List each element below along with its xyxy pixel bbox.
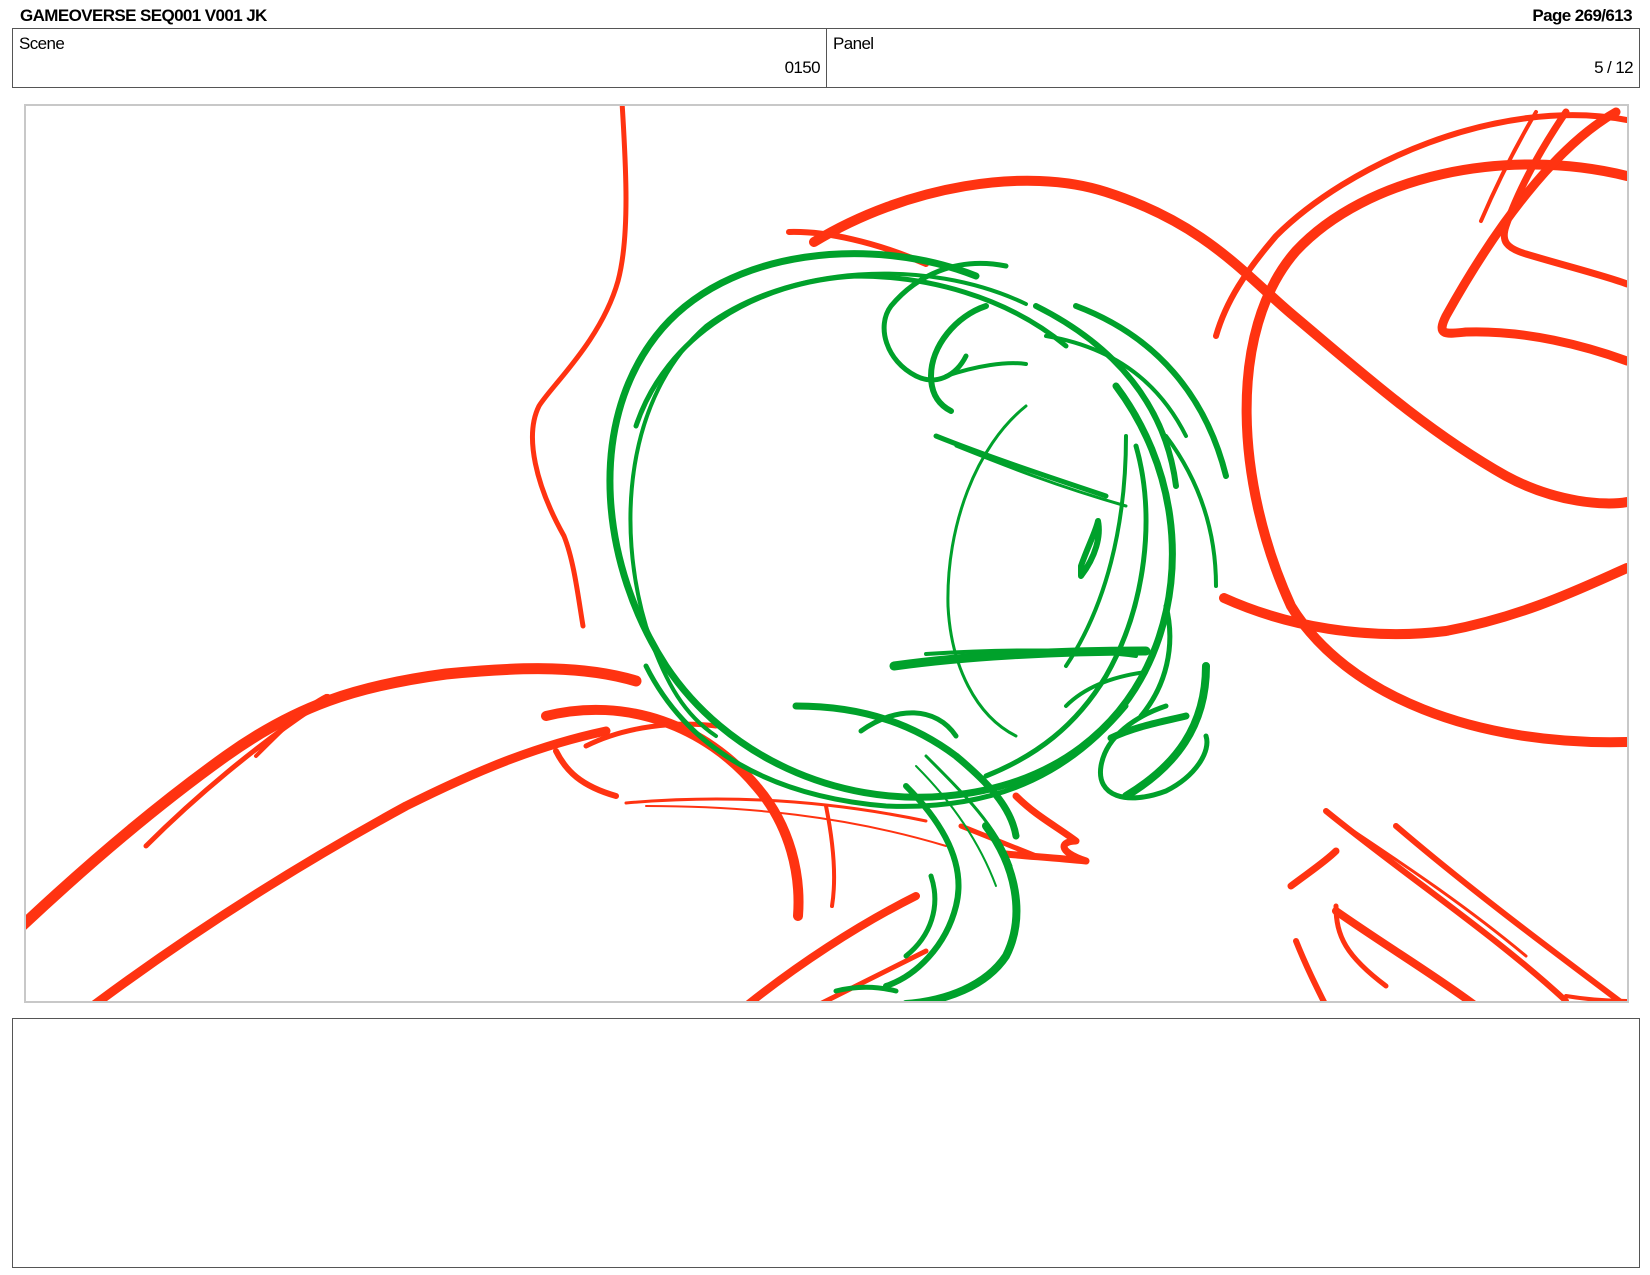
green-stroke xyxy=(933,433,1109,499)
red-stroke xyxy=(530,106,629,629)
red-stroke xyxy=(1241,159,1627,748)
red-stroke xyxy=(1323,808,1569,1001)
document-title: GAMEOVERSE SEQ001 V001 JK xyxy=(20,6,267,25)
red-stroke xyxy=(143,693,331,849)
red-stroke xyxy=(26,663,642,930)
red-stroke xyxy=(1332,907,1476,1001)
panel-label: Panel xyxy=(833,34,874,53)
red-stroke xyxy=(1287,847,1340,890)
panel-value: 5 / 12 xyxy=(1594,58,1634,77)
red-sketch-strokes xyxy=(26,106,1627,1001)
info-table: Scene 0150 Panel 5 / 12 xyxy=(12,28,1640,88)
red-stroke xyxy=(1437,107,1627,366)
green-stroke xyxy=(833,984,899,994)
red-stroke xyxy=(1293,938,1327,1001)
page-number: Page 269/613 xyxy=(1532,6,1632,25)
scene-cell: Scene 0150 xyxy=(13,29,827,87)
green-stroke xyxy=(1078,518,1102,579)
red-stroke xyxy=(553,748,619,799)
panel-cell: Panel 5 / 12 xyxy=(827,29,1639,87)
green-sketch-strokes xyxy=(606,250,1229,1001)
storyboard-frame xyxy=(24,104,1629,1003)
green-stroke xyxy=(928,303,989,414)
red-stroke xyxy=(645,805,947,847)
green-stroke xyxy=(903,822,1021,1001)
notes-box xyxy=(12,1018,1640,1268)
scene-value: 0150 xyxy=(784,58,821,77)
red-stroke xyxy=(91,726,611,1001)
sketch-drawing xyxy=(26,106,1627,1001)
green-stroke xyxy=(903,873,938,959)
scene-label: Scene xyxy=(19,34,65,53)
